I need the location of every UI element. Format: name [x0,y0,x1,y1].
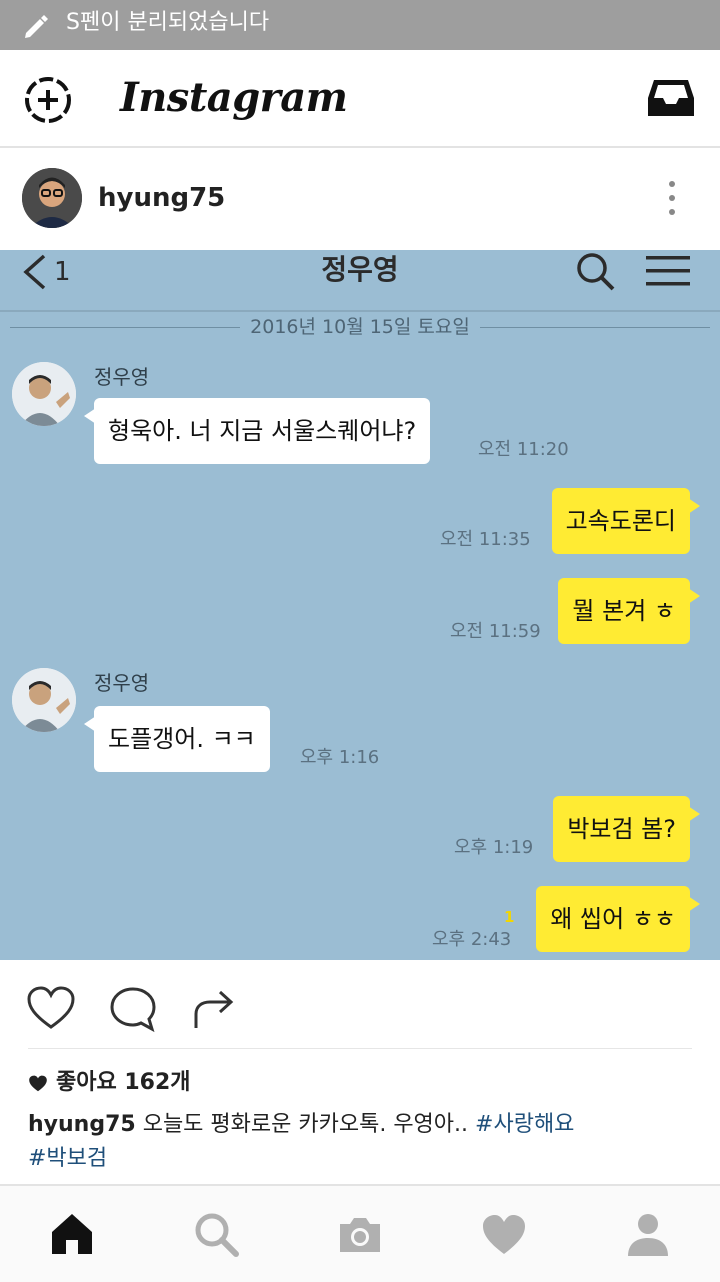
search-icon[interactable] [192,1210,240,1258]
post-actions [0,960,720,1050]
likes-count[interactable]: 좋아요 162개 [28,1066,191,1100]
new-story-icon[interactable] [22,74,74,126]
heart-icon[interactable] [480,1210,528,1258]
friend-message-bubble: 형욱아. 너 지금 서울스퀘어냐? [83,398,431,464]
friend-avatar-image [12,362,76,426]
comment-icon[interactable] [108,984,158,1034]
home-icon[interactable] [48,1210,96,1258]
share-icon[interactable] [188,984,238,1034]
post-username[interactable]: hyung75 [98,178,225,218]
my-message-bubble: 뭘 본겨 ㅎ [558,578,700,644]
my-message-bubble: 왜 씹어 ㅎㅎ [536,886,700,952]
message-time: 오전 11:59 [450,621,541,642]
friend-name: 정우영 [94,365,150,389]
app-header: Instagram [0,50,720,148]
date-separator-text: 2016년 10월 15일 토요일 [250,316,470,338]
my-message-bubble: 고속도론디 [551,488,701,554]
more-options-icon[interactable] [662,178,682,218]
friend-avatar [12,362,76,426]
heart-filled-icon [29,1075,47,1092]
camera-icon[interactable] [336,1210,384,1258]
status-notification: S펜이 분리되었습니다 [66,10,270,35]
friend-name: 정우영 [94,671,150,695]
user-avatar-image [22,168,82,228]
friend-message-bubble: 도플갱어. ㅋㅋ [84,706,270,772]
search-icon [577,253,615,291]
app-logo: Instagram [120,74,348,121]
likes-text: 좋아요 162개 [56,1070,191,1095]
message-time: 오후 1:16 [300,747,380,768]
hashtag[interactable]: #사랑해요 [475,1112,574,1137]
caption-username[interactable]: hyung75 [28,1112,136,1137]
caption-text: 오늘도 평화로운 카카오톡. 우영아.. [142,1112,469,1137]
hashtag[interactable]: #박보검 [28,1146,107,1171]
actions-divider [28,1048,692,1049]
message-time: 오후 1:19 [454,837,534,858]
message-time: 오전 11:35 [440,529,531,550]
menu-icon [646,256,690,286]
status-bar: S펜이 분리되었습니다 [0,0,720,50]
message-time: 오후 2:43 [432,929,512,950]
pen-icon [25,15,48,38]
post-header: hyung75 [0,148,720,250]
profile-icon[interactable] [624,1210,672,1258]
back-arrow-icon [23,254,46,290]
post-caption: hyung75 오늘도 평화로운 카카오톡. 우영아.. #사랑해요 #박보검 [28,1108,692,1176]
friend-avatar-image [12,668,76,732]
message-time: 오전 11:20 [478,439,569,460]
inbox-icon[interactable] [646,76,696,120]
unread-count: 1 [504,908,515,926]
friend-avatar [12,668,76,732]
bottom-navigation [0,1184,720,1282]
chat-back-count: 1 [54,257,71,287]
post-image-chat: 정우영 1 2016년 10월 15일 토요일 정우영 형욱아. 너 지금 서울… [0,250,720,960]
chat-topbar: 정우영 1 [0,250,720,310]
heart-outline-icon[interactable] [26,984,76,1034]
avatar[interactable] [22,168,82,228]
date-separator: 2016년 10월 15일 토요일 [0,312,720,342]
my-message-bubble: 박보검 봄? [553,796,700,862]
